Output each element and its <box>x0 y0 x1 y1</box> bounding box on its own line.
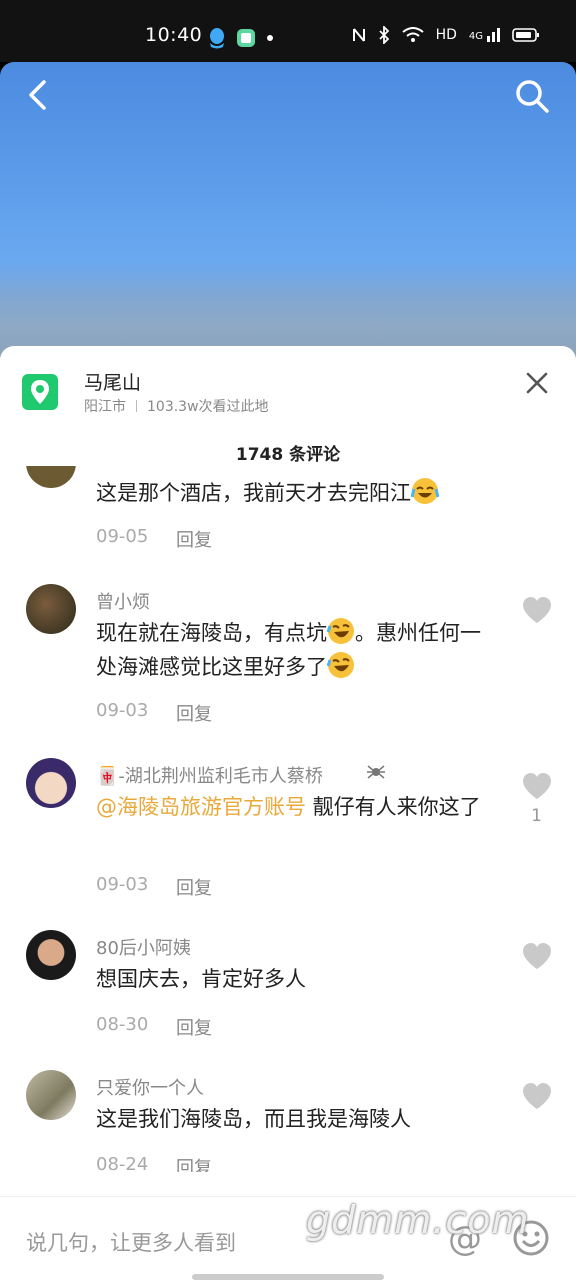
comment-username[interactable]: 80后小阿姨 <box>96 934 191 960</box>
like-count: 1 <box>531 806 542 826</box>
spider-badge-icon <box>367 765 385 779</box>
comment-text: 现在就在海陵岛，有点坑 。惠州任何一处海滩感觉比这里好多了 <box>96 616 496 684</box>
comment-date: 08-24 <box>96 1154 149 1172</box>
comment-date: 09-03 <box>96 874 149 895</box>
qq-icon <box>210 28 224 49</box>
notification-icons <box>208 27 274 49</box>
bluetooth-icon <box>378 26 389 44</box>
location-city: 阳江市 <box>84 399 126 415</box>
close-button[interactable] <box>526 372 548 394</box>
nfc-icon <box>352 28 365 42</box>
rofl-emoji-icon <box>327 652 354 678</box>
heart-icon[interactable] <box>522 596 552 624</box>
comment-date: 09-03 <box>96 700 149 721</box>
mention-link[interactable]: @海陵岛旅游官方账号 <box>96 795 306 819</box>
reply-button[interactable]: 回复 <box>176 700 212 726</box>
location-name[interactable]: 马尾山 <box>84 368 141 395</box>
signal-icon: 4G <box>469 28 500 42</box>
comment-text: @海陵岛旅游官方账号 靓仔有人来你这了 <box>96 795 481 819</box>
comment-input[interactable]: 说几句，让更多人看到 <box>26 1227 236 1257</box>
location-pin-icon <box>22 374 58 410</box>
status-time: 10:40 <box>145 24 203 46</box>
watermark: gdmm.com <box>306 1198 530 1242</box>
wifi-icon <box>401 27 424 42</box>
battery-icon <box>512 28 539 42</box>
avatar[interactable] <box>26 466 76 488</box>
reply-button[interactable]: 回复 <box>176 1014 212 1040</box>
network-label: HD <box>435 27 457 43</box>
reply-button[interactable]: 回复 <box>176 1154 212 1172</box>
dot-icon <box>267 35 273 41</box>
comment-username[interactable]: 曾小烦 <box>96 588 150 614</box>
comment-date: 08-30 <box>96 1014 149 1035</box>
comment-username[interactable]: 🀄-湖北荆州监利毛市人蔡桥 <box>96 762 323 788</box>
avatar[interactable] <box>26 758 76 808</box>
heart-icon[interactable] <box>522 942 552 970</box>
status-bar: 10:40 HD 4G <box>0 0 576 62</box>
home-indicator[interactable] <box>192 1274 384 1280</box>
app-notification-icon <box>237 29 255 47</box>
location-meta: 阳江市 103.3w次看过此地 <box>84 396 269 416</box>
comment-text: 这是那个酒店，我前天才去完阳江 <box>96 476 496 510</box>
reply-button[interactable]: 回复 <box>176 874 212 900</box>
reply-button[interactable]: 回复 <box>176 526 212 552</box>
avatar[interactable] <box>26 1070 76 1120</box>
heart-icon[interactable] <box>522 772 552 800</box>
comment-text: 这是我们海陵岛，而且我是海陵人 <box>96 1107 411 1131</box>
heart-icon[interactable] <box>522 1082 552 1110</box>
location-visits: 103.3w次看过此地 <box>147 399 269 415</box>
comment-list[interactable]: 这是那个酒店，我前天才去完阳江 09-05 回复 曾小烦 现在就在海陵岛，有点坑… <box>0 466 576 1172</box>
signal-label: 4G <box>468 31 483 42</box>
comment-count: 1748 条评论 <box>235 445 341 465</box>
avatar[interactable] <box>26 584 76 634</box>
comment-username[interactable]: 只爱你一个人 <box>96 1074 204 1100</box>
search-button[interactable] <box>514 78 550 114</box>
location-cover-image <box>0 62 576 362</box>
back-button[interactable] <box>22 78 56 112</box>
crying-laughing-emoji-icon <box>411 478 439 504</box>
status-right-icons: HD 4G <box>352 26 540 44</box>
avatar[interactable] <box>26 930 76 980</box>
comment-date: 09-05 <box>96 526 149 547</box>
comment-text: 想国庆去，肯定好多人 <box>96 967 306 991</box>
comment-sheet: 马尾山 阳江市 103.3w次看过此地 1748 条评论 这是那个酒店，我前天才… <box>0 346 576 1280</box>
rofl-emoji-icon <box>327 618 354 644</box>
